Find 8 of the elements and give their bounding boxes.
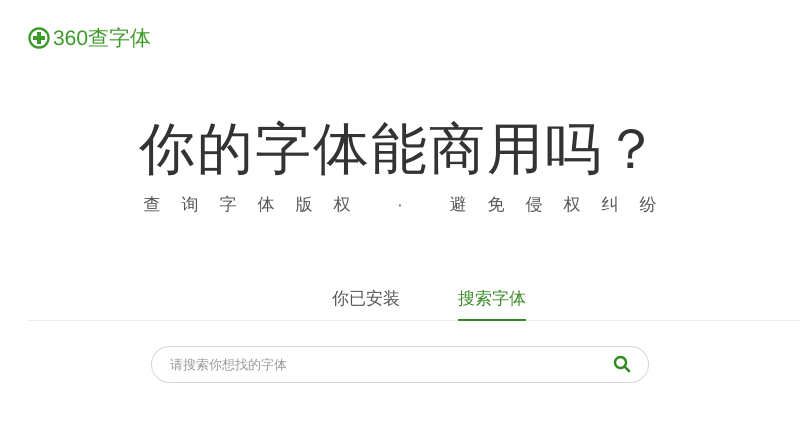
logo-icon bbox=[28, 27, 50, 49]
search-icon[interactable] bbox=[613, 355, 631, 373]
logo-text: 360查字体 bbox=[53, 28, 152, 48]
tab[interactable]: 你已安装 bbox=[332, 286, 400, 321]
search-field[interactable]: 请搜索你想找的字体 bbox=[151, 346, 649, 383]
tagline: 查询字体版权 · 避免侵权纠纷 bbox=[142, 194, 678, 216]
headline: 你的字体能商用吗？ bbox=[139, 116, 661, 182]
tab[interactable]: 搜索字体 bbox=[458, 286, 526, 321]
